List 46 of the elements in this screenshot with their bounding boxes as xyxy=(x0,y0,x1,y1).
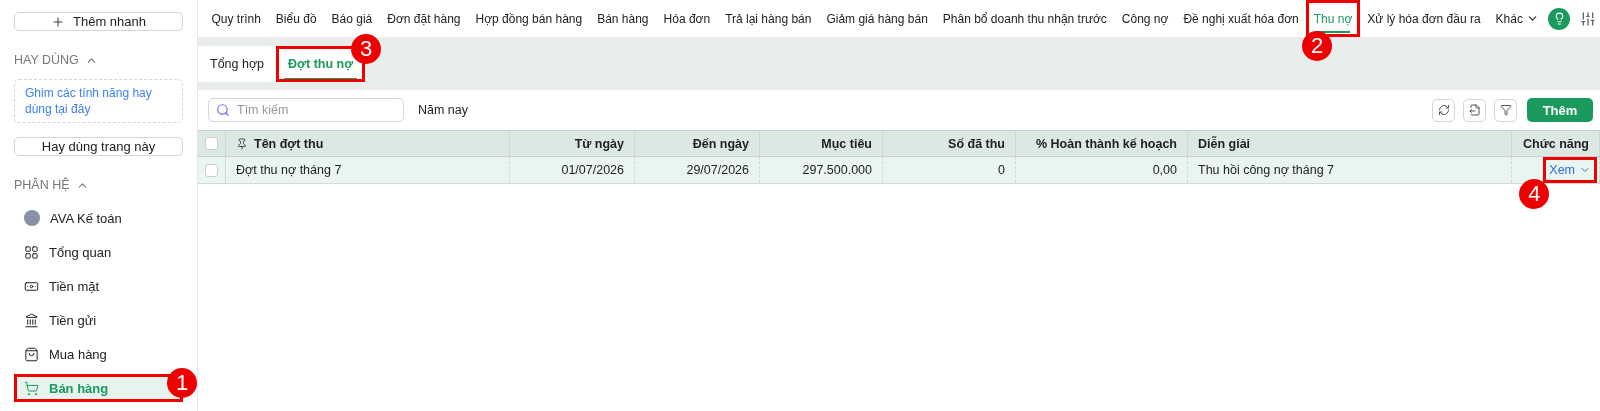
nav-tab[interactable]: Quy trình xyxy=(204,0,269,37)
nav-tab[interactable]: Biểu đồ xyxy=(268,0,325,37)
table-cell: 297.500.000 xyxy=(760,157,883,183)
section-title: PHÂN HỆ xyxy=(14,178,70,192)
more-menu[interactable]: Khác xyxy=(1488,0,1547,37)
period-filter[interactable]: Năm nay xyxy=(418,103,469,117)
nav-tab[interactable]: Công nợ xyxy=(1114,0,1176,37)
step-number: 1 xyxy=(167,368,197,398)
sidebar-item[interactable]: Tổng quan xyxy=(14,238,183,266)
nav-tab[interactable]: Giảm giá hàng bán xyxy=(818,0,936,37)
header-label: Đến ngày xyxy=(692,136,749,151)
section-title: HAY DÙNG xyxy=(14,53,79,67)
header-label: Từ ngày xyxy=(574,136,624,151)
add-button[interactable]: Thêm xyxy=(1527,98,1593,122)
sidebar-item[interactable]: Mua hàng xyxy=(14,340,183,368)
sidebar-item[interactable]: Tiền gửi xyxy=(14,306,183,334)
header-label: Diễn giải xyxy=(1198,136,1251,151)
table-cell: Đợt thu nợ tháng 7 xyxy=(226,157,510,183)
nav-tab[interactable]: Báo giá xyxy=(324,0,380,37)
table-cell: Thu hồi công nợ tháng 7 xyxy=(1188,157,1512,183)
nav-tab[interactable]: Xử lý hóa đơn đầu ra xyxy=(1359,0,1489,37)
step-number: 4 xyxy=(1519,179,1550,209)
search-field[interactable]: Tìm kiếm xyxy=(208,98,404,122)
table-cell: 01/07/2026 xyxy=(510,157,635,183)
nav-tab[interactable]: Hóa đơn xyxy=(656,0,718,37)
header-label: % Hoàn thành kế hoạch xyxy=(1036,136,1177,151)
view-link[interactable]: Xem xyxy=(1543,157,1597,183)
nav-tab[interactable]: Trả lại hàng bán xyxy=(717,0,819,37)
nav-tab[interactable]: Bán hàng xyxy=(589,0,657,37)
step-number: 2 xyxy=(1302,31,1333,61)
header-label: Mục tiêu xyxy=(821,136,872,151)
nav-tab[interactable]: Hợp đồng bán hàng xyxy=(468,0,590,37)
pin-hint: Ghim các tính năng hay dùng tại đây xyxy=(14,79,183,123)
table-cell: 0,00 xyxy=(1016,157,1188,183)
nav-tab[interactable]: Đơn đặt hàng xyxy=(379,0,469,37)
table-cell: 29/07/2026 xyxy=(635,157,760,183)
quick-add-button[interactable]: Thêm nhanh xyxy=(14,12,183,31)
table-cell: 0 xyxy=(883,157,1016,183)
header-label: Chức năng xyxy=(1523,136,1589,151)
header-label: Số đã thu xyxy=(948,136,1005,151)
sidebar-item[interactable]: AVA Kế toán xyxy=(14,204,183,232)
sidebar-item[interactable]: Tiền mặt xyxy=(14,272,183,300)
nav-tab[interactable]: Phân bổ doanh thu nhận trước xyxy=(935,0,1115,37)
pin-page-button[interactable]: Hay dùng trang này xyxy=(14,137,183,156)
header-label: Tên đợt thu xyxy=(254,136,324,151)
sub-tab[interactable]: Tổng hợp xyxy=(198,46,277,82)
